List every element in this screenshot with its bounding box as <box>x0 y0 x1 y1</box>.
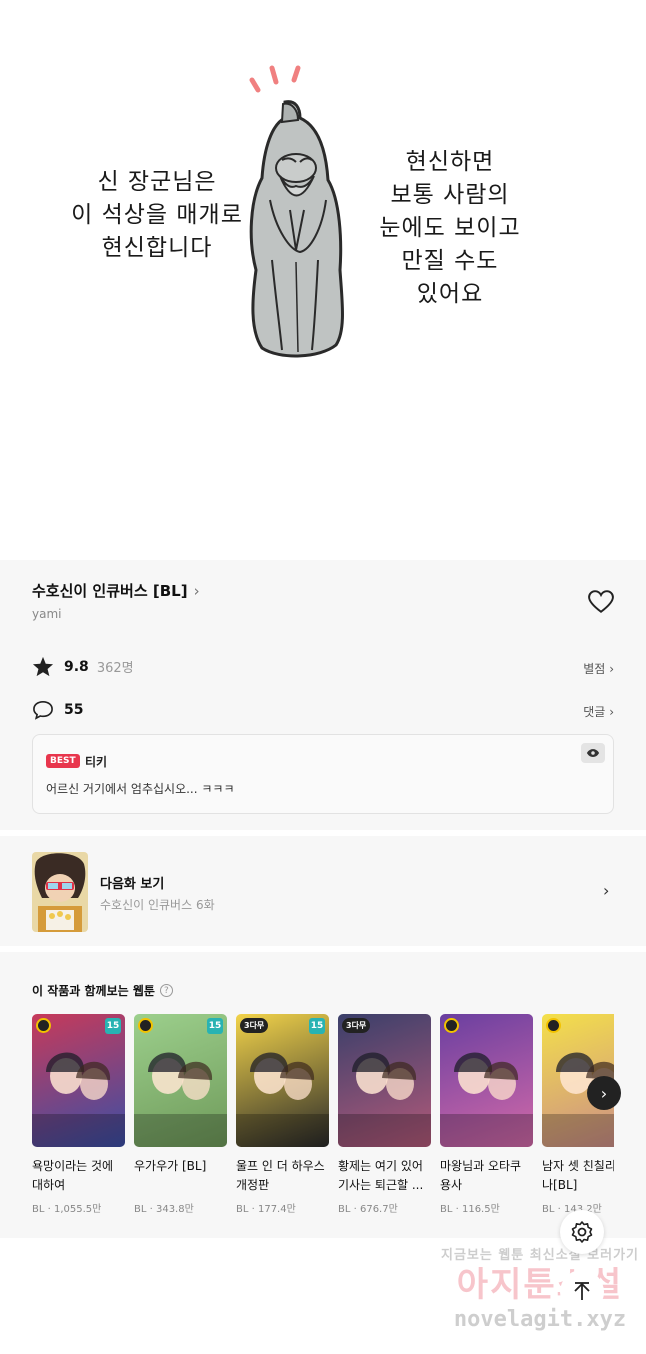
clock-icon <box>36 1018 51 1033</box>
chevron-right-icon: › <box>609 705 614 719</box>
comment-user: 티키 <box>85 755 108 769</box>
arrow-up-icon <box>574 1282 590 1300</box>
gear-icon <box>571 1221 593 1243</box>
carousel-next-button[interactable]: › <box>587 1076 621 1110</box>
chevron-right-icon: › <box>193 581 200 600</box>
spoiler-toggle-button[interactable] <box>581 743 605 763</box>
recommendations-header: 이 작품과 함께보는 웹툰 ? <box>32 982 173 999</box>
age-rating-badge: 15 <box>309 1018 325 1034</box>
rating-count: 362명 <box>96 661 134 676</box>
recommendation-carousel: 15 욕망이라는 것에 대하여 BL · 1,055.5만 15 우가우가 [BL] BL… <box>32 1014 614 1224</box>
recommendations-section: 이 작품과 함께보는 웹툰 ? 15 욕망이라는 것에 대하여 BL · 1,055… <box>0 952 646 1238</box>
chevron-right-icon: › <box>603 881 610 900</box>
recommendation-cover: 3다무 15 <box>236 1014 329 1147</box>
comic-right-text: 현신하면 보통 사람의 눈에도 보이고 만질 수도 있어요 <box>379 149 521 307</box>
comment-count: 55 <box>64 702 84 718</box>
recommendation-meta: BL · 116.5만 <box>440 1204 500 1215</box>
clock-icon <box>546 1018 561 1033</box>
recommendation-title: 우가우가 [BL] <box>134 1159 207 1173</box>
comic-panel: 신 장군님은 이 석상을 매개로 현신합니다 현신하면 보통 사람의 눈에도 보… <box>0 0 646 560</box>
recommendation-title: 욕망이라는 것에 대하여 <box>32 1159 114 1192</box>
best-badge: BEST <box>46 754 80 768</box>
eye-icon <box>586 749 600 757</box>
recommendation-card[interactable]: 3다무황제는 여기 있어 기사는 퇴근할 ... BL · 676.7만 <box>338 1014 431 1215</box>
speech-bubble-icon <box>33 700 53 720</box>
chevron-right-icon: › <box>600 1083 608 1103</box>
work-title: 수호신이 인큐버스 [BL] <box>32 582 188 600</box>
free-badge: 3다무 <box>342 1018 371 1033</box>
recommendation-cover: 15 <box>134 1014 227 1147</box>
recommendation-title: 남자 셋 친칠리 하나[BL] <box>542 1159 614 1192</box>
watermark: 지금보는 웹툰 최신소설 보러가기 아지툰소설 novelagit.xyz <box>440 1248 640 1332</box>
rating-value: 9.8 <box>64 658 89 675</box>
work-author[interactable]: yami <box>32 607 61 621</box>
recommendation-meta: BL · 343.8만 <box>134 1204 194 1215</box>
star-icon <box>32 656 54 677</box>
comment-row: 55 <box>32 700 83 720</box>
rate-link[interactable]: 별점 › <box>583 660 614 677</box>
age-rating-badge: 15 <box>207 1018 223 1034</box>
recommendation-card[interactable]: 마왕님과 오타쿠 용사 BL · 116.5만 <box>440 1014 533 1215</box>
recommendation-card[interactable]: 15 우가우가 [BL] BL · 343.8만 <box>134 1014 227 1215</box>
comment-text: 어르신 거기에서 엄추십시오... ㅋㅋㅋ <box>46 782 235 796</box>
work-title-link[interactable]: 수호신이 인큐버스 [BL] › <box>32 580 200 601</box>
recommendation-meta: BL · 1,055.5만 <box>32 1204 102 1215</box>
recommendation-cover: 15 <box>32 1014 125 1147</box>
recommendation-meta: BL · 177.4만 <box>236 1204 296 1215</box>
recommendation-card[interactable]: 3다무 15 울프 인 더 하우스 개정판 BL · 177.4만 <box>236 1014 329 1215</box>
comment-link[interactable]: 댓글 › <box>583 703 614 720</box>
recommendation-title: 마왕님과 오타쿠 용사 <box>440 1159 522 1192</box>
best-comment-card[interactable]: BEST 티키 어르신 거기에서 엄추십시오... ㅋㅋㅋ <box>32 734 614 814</box>
next-episode-thumbnail <box>32 852 88 932</box>
recommendation-card[interactable]: 15 욕망이라는 것에 대하여 BL · 1,055.5만 <box>32 1014 125 1215</box>
work-info-panel: 수호신이 인큐버스 [BL] › yami 9.8 362명 별점 › 55 댓… <box>0 560 646 830</box>
scroll-top-button[interactable] <box>560 1270 604 1314</box>
free-badge: 3다무 <box>240 1018 269 1033</box>
settings-button[interactable] <box>560 1210 604 1254</box>
clock-icon <box>138 1018 153 1033</box>
next-episode-row[interactable]: 다음화 보기 수호신이 인큐버스 6화 › <box>0 836 646 946</box>
heart-icon[interactable] <box>588 590 614 614</box>
recommendation-meta: BL · 676.7만 <box>338 1204 398 1215</box>
next-episode-title: 다음화 보기 <box>100 877 165 892</box>
recommendation-cover <box>440 1014 533 1147</box>
next-episode-subtitle: 수호신이 인큐버스 6화 <box>100 898 215 912</box>
recommendation-title: 황제는 여기 있어 기사는 퇴근할 ... <box>338 1159 424 1192</box>
stone-statue-illustration <box>249 65 344 358</box>
recommendation-card[interactable]: 남자 셋 친칠리 하나[BL]BL · 143.2만 <box>542 1014 614 1215</box>
recommendations-title: 이 작품과 함께보는 웹툰 <box>32 984 155 998</box>
recommendation-title: 울프 인 더 하우스 개정판 <box>236 1159 325 1192</box>
age-rating-badge: 15 <box>105 1018 121 1034</box>
rating-row: 9.8 362명 <box>32 656 134 677</box>
help-icon[interactable]: ? <box>159 984 173 997</box>
recommendation-cover: 3다무 <box>338 1014 431 1147</box>
clock-icon <box>444 1018 459 1033</box>
chevron-right-icon: › <box>609 662 614 676</box>
